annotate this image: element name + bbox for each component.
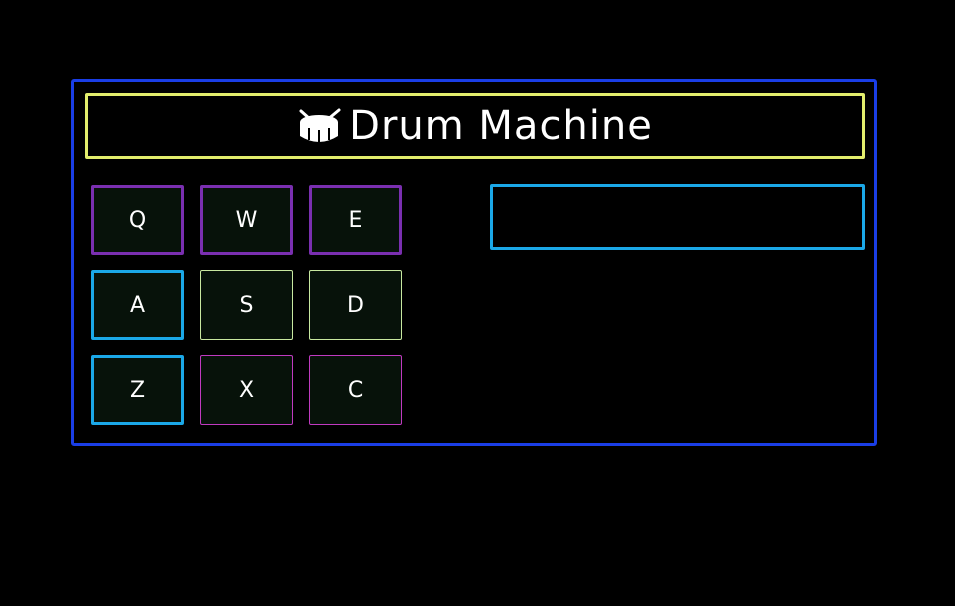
drum-pad-c[interactable]: C (309, 355, 402, 425)
app-title: Drum Machine (349, 103, 653, 149)
drum-pad-q[interactable]: Q (91, 185, 184, 255)
drum-pad-w[interactable]: W (200, 185, 293, 255)
drum-pad-x[interactable]: X (200, 355, 293, 425)
drum-pad-a[interactable]: A (91, 270, 184, 340)
drum-pad-z[interactable]: Z (91, 355, 184, 425)
title-box: Drum Machine (85, 93, 865, 159)
drum-machine-frame: Drum Machine QWE ASD ZXC (71, 79, 877, 446)
drum-pad-s[interactable]: S (200, 270, 293, 340)
drum-icon (297, 108, 341, 144)
display-panel (490, 184, 865, 250)
drum-pad-grid: QWE ASD ZXC (91, 185, 411, 435)
drum-pad-d[interactable]: D (309, 270, 402, 340)
drum-pad-e[interactable]: E (309, 185, 402, 255)
